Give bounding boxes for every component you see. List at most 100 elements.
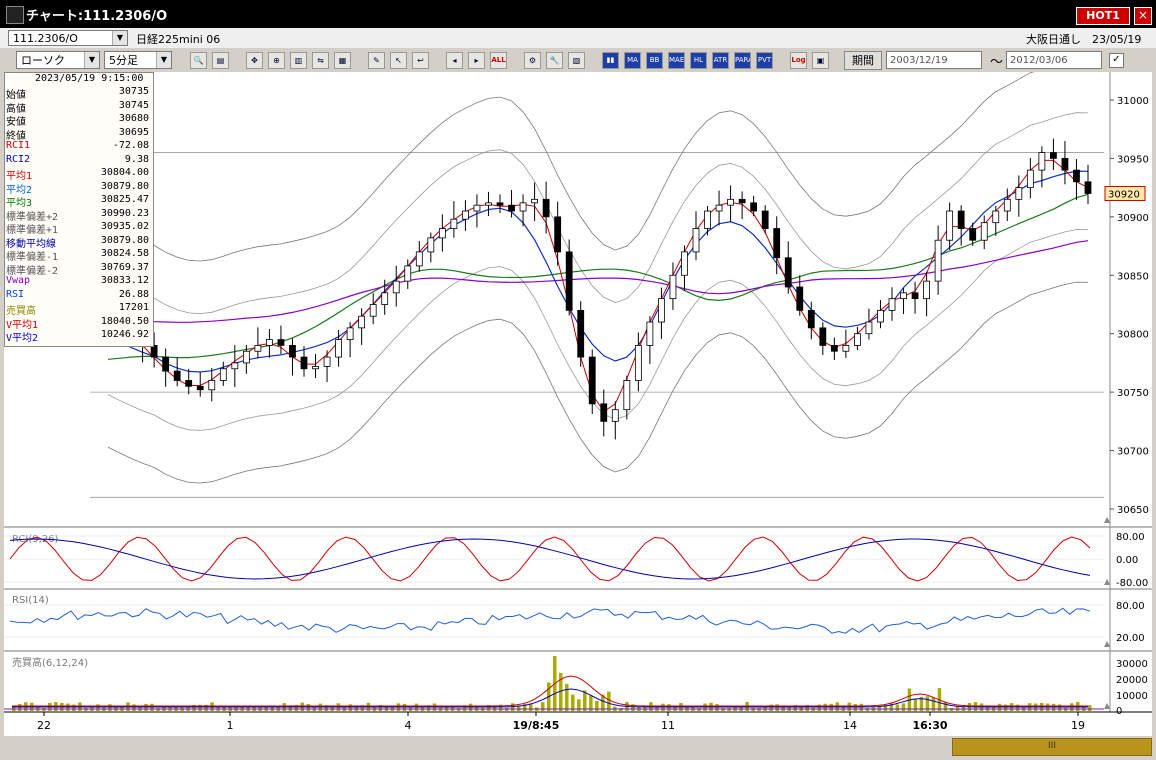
cross-icon[interactable]: ✥ xyxy=(246,52,263,69)
volume-bar xyxy=(901,703,906,711)
candle-body xyxy=(923,280,930,300)
volume-bar xyxy=(775,704,779,711)
chart-canvas[interactable]: 31000 30950 30900 30850 30800 30750 30700 30650… xyxy=(4,59,1152,736)
all-icon[interactable]: ALL xyxy=(490,52,507,69)
para-icon[interactable]: PARA xyxy=(734,52,751,69)
info-value: 30804.00 xyxy=(100,167,149,178)
candle-body xyxy=(1026,169,1034,189)
candle-body xyxy=(623,380,631,411)
palette-icon[interactable]: ▧ xyxy=(568,52,585,69)
candle-body xyxy=(577,309,585,358)
info-row: 標準偏差-1 30824.58 xyxy=(5,248,151,263)
candle-body xyxy=(323,356,331,367)
rsi-tick-label: 20.00 xyxy=(1116,633,1145,644)
close-button[interactable]: × xyxy=(1134,7,1152,25)
candle-body xyxy=(196,385,204,391)
info-row: 始値 30735 xyxy=(5,86,151,101)
arrow-icon[interactable]: ↩ xyxy=(412,52,429,69)
time-scrollbar[interactable]: III xyxy=(952,738,1152,756)
info-value: 30769.37 xyxy=(100,261,149,273)
compare-icon[interactable]: ⇋ xyxy=(312,52,329,69)
candle-body xyxy=(1084,181,1092,194)
price-tick-label: 30750 xyxy=(1117,388,1149,399)
bollinger-upper2 xyxy=(107,59,1089,262)
info-row: 終値 30695 xyxy=(5,127,151,142)
hot-button[interactable]: HOT1 xyxy=(1076,7,1130,25)
candle-body xyxy=(704,210,711,229)
log-icon[interactable]: Log xyxy=(790,52,807,69)
settings-icon[interactable]: ⚙ xyxy=(524,52,541,69)
candle-right-icon[interactable]: ▸ xyxy=(468,52,485,69)
cursor-icon[interactable]: ↖ xyxy=(390,52,407,69)
zoom-icon[interactable]: ⊕ xyxy=(268,52,285,69)
wrench-icon[interactable]: 🔧 xyxy=(546,52,563,69)
time-tick-label: 1 xyxy=(227,719,234,732)
time-tick-label: 22 xyxy=(37,719,51,732)
candle-body xyxy=(819,327,827,346)
hl-icon[interactable]: HL xyxy=(690,52,707,69)
time-axis-bg xyxy=(4,712,1152,736)
candle-body xyxy=(485,202,492,206)
bollinger-lower2 xyxy=(107,281,1089,484)
window-icon[interactable]: ▣ xyxy=(812,52,829,69)
vol-icon[interactable]: ▮▮ xyxy=(602,52,619,69)
rsi-line xyxy=(9,607,1091,634)
candle-body xyxy=(611,409,619,422)
chart-type-select[interactable]: ローソク ▼ xyxy=(16,51,100,69)
date-from-field[interactable]: 2003/12/19 xyxy=(886,51,982,69)
candle-body xyxy=(496,202,504,206)
candle-body xyxy=(346,327,354,340)
info-value: 26.88 xyxy=(118,288,149,300)
chevron-down-icon[interactable]: ▼ xyxy=(84,52,99,68)
info-row: 高値 30745 xyxy=(5,100,151,115)
candle-left-icon[interactable]: ◂ xyxy=(446,52,463,69)
volume-panel-title: 売買高(6,12,24) xyxy=(12,656,88,669)
candle-body xyxy=(289,344,296,358)
candle-body xyxy=(692,228,700,253)
panel-divider xyxy=(4,650,1152,652)
volume-bar xyxy=(715,704,719,711)
candle-body xyxy=(738,198,746,204)
price-tick-label: 30850 xyxy=(1117,271,1149,282)
interval-select[interactable]: 5分足 ▼ xyxy=(104,51,172,69)
volume-tick-label: 0 xyxy=(1116,706,1122,717)
atr-icon[interactable]: ATR xyxy=(712,52,729,69)
candle-body xyxy=(519,202,527,212)
chart-area[interactable]: 31000 30950 30900 30850 30800 30750 30700 30650… xyxy=(4,59,1152,736)
price-tick-label: 30700 xyxy=(1117,447,1149,458)
info-label: RSI xyxy=(6,288,25,300)
period-button[interactable]: 期間 xyxy=(844,51,882,70)
info-value: 30824.58 xyxy=(100,248,149,259)
ma-icon[interactable]: MA xyxy=(624,52,641,69)
info-value: 30825.47 xyxy=(100,194,149,205)
candle-body xyxy=(773,228,781,259)
note-icon[interactable]: ▦ xyxy=(334,52,351,69)
pvt-icon[interactable]: PVT xyxy=(756,52,773,69)
candle-body xyxy=(854,333,861,346)
volume-bar xyxy=(348,704,353,711)
volume-bar xyxy=(895,704,900,711)
info-panel: 2023/05/19 9:15:00 始値 30735 高値 30745 安値 30680… xyxy=(4,72,154,347)
symbol-select[interactable]: 111.2306/O ▼ xyxy=(8,30,128,46)
rsi-panel-title: RSI(14) xyxy=(12,595,49,606)
info-label: RCI2 xyxy=(6,153,31,165)
split-icon[interactable]: ▤ xyxy=(212,52,229,69)
candle-body xyxy=(404,265,412,282)
info-value: 30680 xyxy=(118,113,149,124)
candle-body xyxy=(254,344,262,352)
candle-body xyxy=(381,292,389,305)
period-checkbox[interactable]: ✓ xyxy=(1109,53,1124,68)
info-value: 30990.23 xyxy=(100,207,149,219)
pen-icon[interactable]: ✎ xyxy=(368,52,385,69)
search-icon[interactable]: 🔍 xyxy=(190,52,207,69)
date-to-field[interactable]: 2012/03/06 xyxy=(1006,51,1102,69)
bb-icon[interactable]: BB xyxy=(646,52,663,69)
mae-icon[interactable]: MAE xyxy=(668,52,685,69)
candle-body xyxy=(796,286,804,311)
chevron-down-icon[interactable]: ▼ xyxy=(112,31,127,45)
info-value: 10246.92 xyxy=(100,329,149,340)
candle-body xyxy=(1003,198,1011,212)
chevron-down-icon[interactable]: ▼ xyxy=(156,52,171,68)
bars-icon[interactable]: ▥ xyxy=(290,52,307,69)
ma1-line xyxy=(107,159,1089,413)
